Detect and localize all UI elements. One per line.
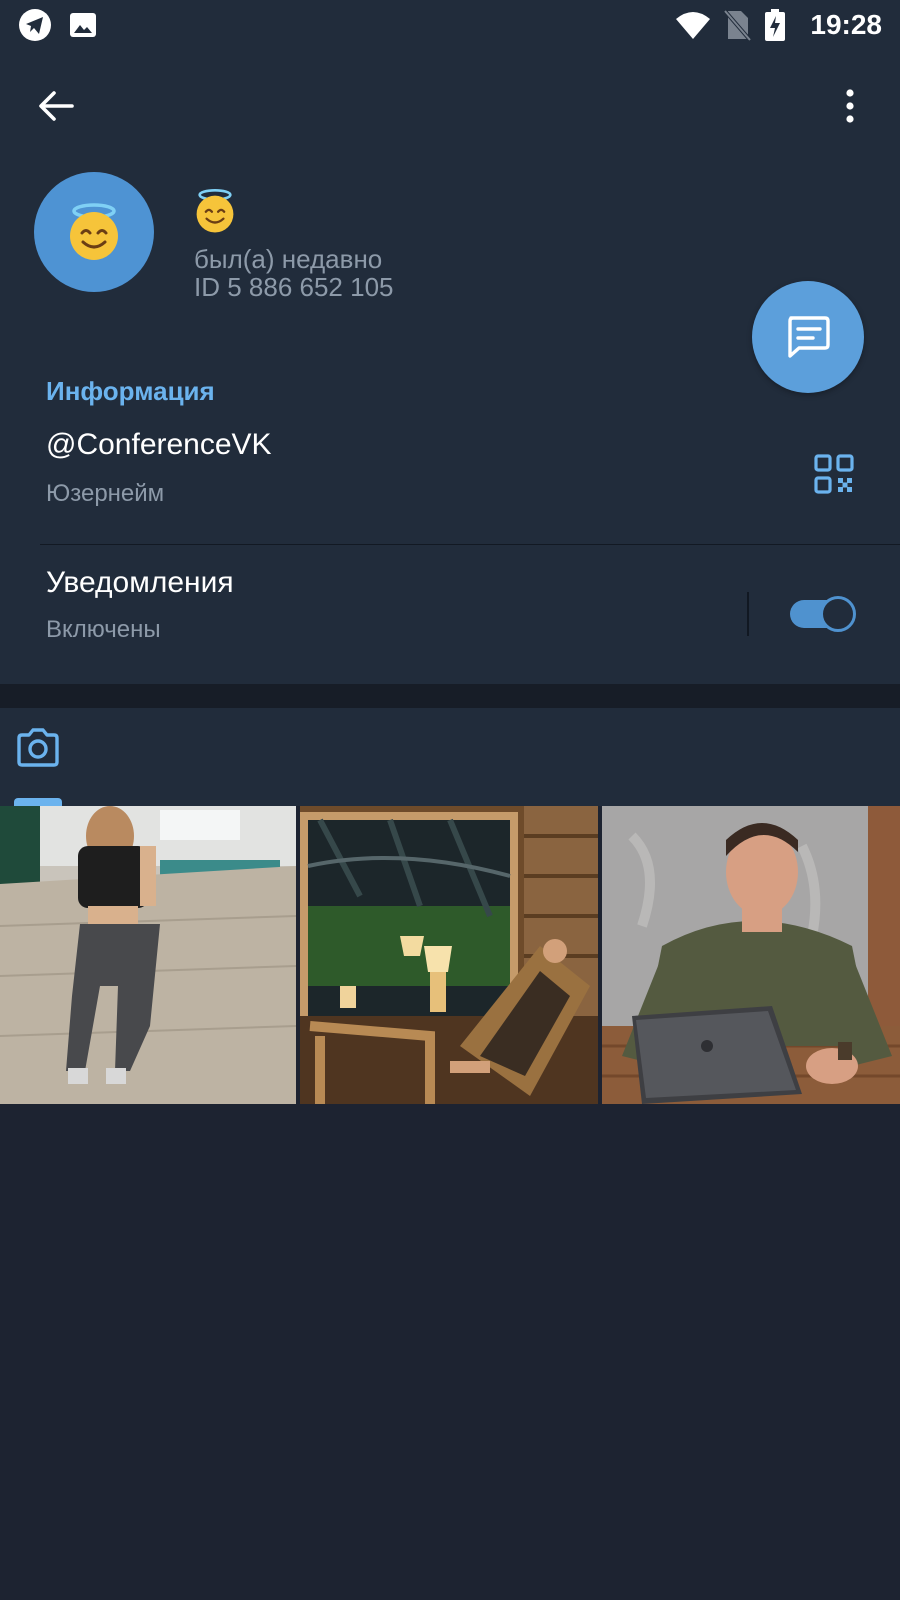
vertical-separator bbox=[747, 592, 749, 636]
media-grid bbox=[0, 806, 900, 1104]
section-gap bbox=[0, 684, 900, 708]
photo-sauna-lounge bbox=[300, 806, 598, 1104]
wifi-icon bbox=[674, 8, 712, 42]
toggle-knob bbox=[820, 596, 856, 632]
battery-charging-icon bbox=[758, 8, 792, 42]
username-caption: Юзернейм bbox=[46, 480, 165, 507]
media-tabs bbox=[0, 708, 900, 806]
info-section: Информация @ConferenceVK Юзернейм Уведом… bbox=[0, 336, 900, 684]
photo-thumbnail[interactable] bbox=[602, 806, 900, 1104]
photo-thumbnail[interactable] bbox=[300, 806, 598, 1104]
qr-code-button[interactable] bbox=[814, 454, 854, 494]
no-sim-icon bbox=[720, 8, 754, 42]
profile-screen: 19:28 был(а) недавно ID 5 886 652 105 Ин… bbox=[0, 0, 900, 1600]
back-button[interactable] bbox=[30, 80, 82, 132]
user-id[interactable]: ID 5 886 652 105 bbox=[194, 272, 394, 303]
message-fab-button[interactable] bbox=[752, 281, 864, 393]
avatar[interactable] bbox=[34, 172, 154, 292]
smiling-face-with-halo-icon bbox=[70, 203, 118, 260]
smiling-face-with-halo-icon bbox=[196, 188, 234, 233]
clock: 19:28 bbox=[810, 9, 882, 40]
divider bbox=[40, 544, 900, 545]
more-menu-button[interactable] bbox=[830, 80, 870, 132]
more-vertical-icon bbox=[846, 89, 854, 123]
photo-woman-gym bbox=[0, 806, 296, 1104]
notifications-status: Включены bbox=[46, 616, 161, 643]
camera-icon bbox=[17, 728, 59, 767]
notifications-label[interactable]: Уведомления bbox=[46, 566, 234, 600]
profile-header: 19:28 был(а) недавно ID 5 886 652 105 bbox=[0, 0, 900, 336]
status-bar: 19:28 bbox=[0, 0, 900, 50]
chat-message-icon bbox=[788, 316, 830, 358]
photo-man-laptop bbox=[602, 806, 900, 1104]
last-seen-status: был(а) недавно bbox=[194, 244, 383, 274]
photo-thumbnail[interactable] bbox=[0, 806, 296, 1104]
gallery-notification-icon bbox=[66, 8, 100, 42]
tab-photos[interactable] bbox=[14, 724, 62, 772]
notifications-toggle[interactable] bbox=[790, 596, 856, 632]
section-title: Информация bbox=[46, 376, 215, 406]
arrow-left-icon bbox=[39, 91, 74, 121]
username-value[interactable]: @ConferenceVK bbox=[46, 428, 272, 462]
active-tab-indicator bbox=[14, 798, 62, 806]
qr-code-icon bbox=[814, 454, 854, 494]
telegram-notification-icon bbox=[18, 8, 52, 42]
profile-name bbox=[192, 188, 240, 236]
